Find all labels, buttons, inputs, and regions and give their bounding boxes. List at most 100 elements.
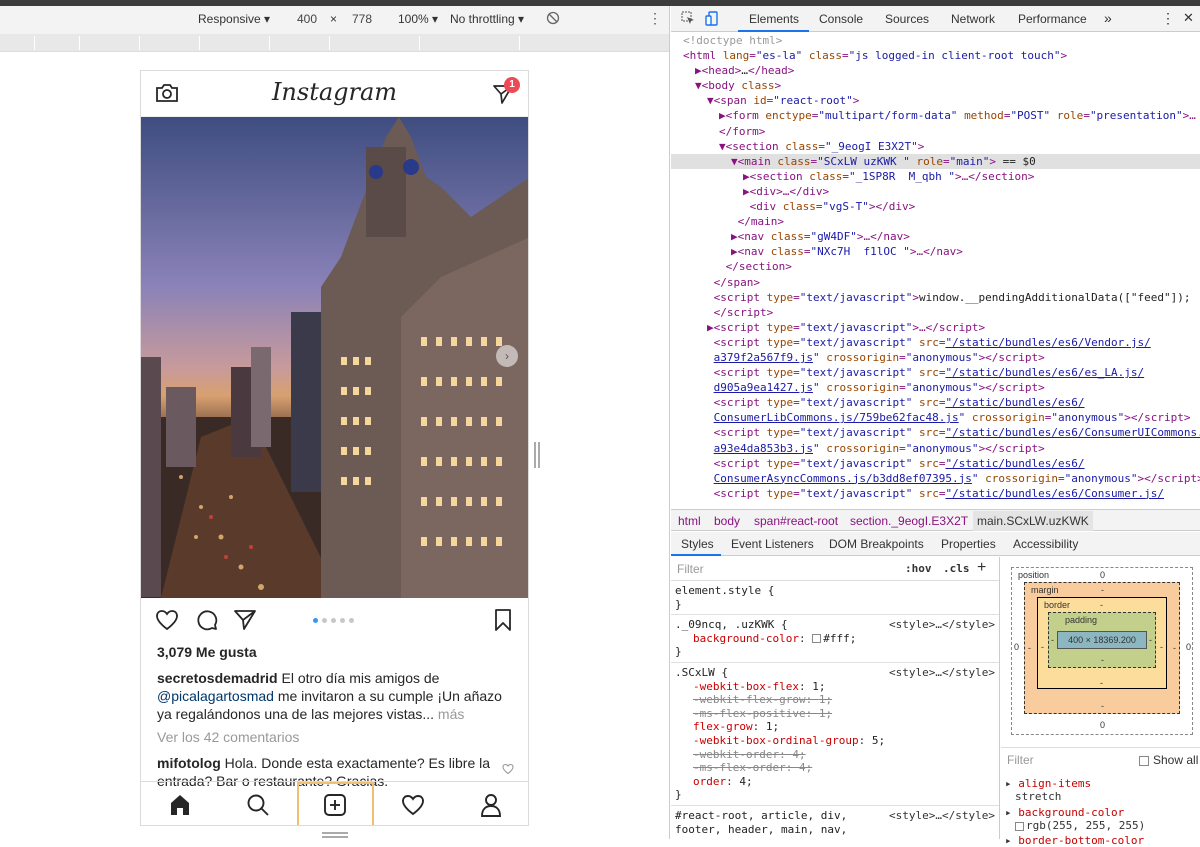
rule-source[interactable]: <style>…</style> [889, 666, 995, 680]
rotate-icon[interactable] [546, 11, 560, 28]
position-bottom[interactable]: 0 [1100, 720, 1105, 730]
rule-source[interactable]: <style>…</style> [889, 809, 995, 823]
dom-node[interactable]: ▶<nav class="gW4DF">…</nav> [671, 229, 1200, 244]
more-tabs-button[interactable]: » [1104, 10, 1112, 26]
computed-property[interactable]: ▸ align-items [1005, 777, 1091, 790]
breadcrumb-body[interactable]: body [714, 514, 740, 528]
margin-right[interactable]: - [1173, 643, 1176, 653]
throttling-select[interactable]: No throttling ▾ [450, 12, 524, 26]
device-toolbar-toggle-icon[interactable] [705, 11, 719, 30]
dom-node[interactable]: ConsumerLibCommons.js/759be62fac48.js" c… [671, 410, 1200, 425]
dom-node[interactable]: </main> [671, 214, 1200, 229]
inspect-element-icon[interactable] [681, 11, 695, 28]
dom-node[interactable]: <script type="text/javascript" src="/sta… [671, 335, 1200, 350]
breadcrumb-react-root[interactable]: span#react-root [754, 514, 838, 528]
more-options-icon[interactable]: ⋮ [648, 10, 662, 27]
dom-node[interactable]: <div class="vgS-T"></div> [671, 199, 1200, 214]
css-property[interactable]: background-color: #fff; [675, 632, 995, 646]
css-property[interactable]: order: 4; [675, 775, 995, 789]
subtab-accessibility[interactable]: Accessibility [1013, 537, 1078, 551]
dom-node[interactable]: d905a9ea1427.js" crossorigin="anonymous"… [671, 380, 1200, 395]
dom-node[interactable]: </form> [671, 124, 1200, 139]
like-icon[interactable] [155, 608, 179, 632]
computed-property[interactable]: ▸ border-bottom-color [1005, 834, 1144, 847]
device-mode-select[interactable]: Responsive ▾ [198, 12, 270, 26]
class-toggle[interactable]: .cls [943, 562, 970, 575]
position-left[interactable]: 0 [1014, 642, 1019, 652]
dom-node[interactable]: <script type="text/javascript" src="/sta… [671, 486, 1200, 501]
css-property[interactable]: -ms-flex-positive: 1; [675, 707, 995, 721]
css-property[interactable]: flex-grow: 1; [675, 720, 995, 734]
dom-node[interactable]: ▼<section class="_9eogI E3X2T"> [671, 139, 1200, 154]
dom-node[interactable]: ▶<nav class="NXc7H f1lOC ">…</nav> [671, 244, 1200, 259]
margin-top[interactable]: - [1101, 585, 1104, 595]
dom-node[interactable]: </script> [671, 305, 1200, 320]
breadcrumb-html[interactable]: html [678, 514, 701, 528]
comment-icon[interactable] [195, 608, 219, 632]
computed-filter-input[interactable]: Filter [1007, 753, 1034, 767]
margin-left[interactable]: - [1028, 643, 1031, 653]
dom-node[interactable]: <html lang="es-la" class="js logged-in c… [671, 48, 1200, 63]
dom-node[interactable]: <!doctype html> [671, 33, 1200, 48]
subtab-event-listeners[interactable]: Event Listeners [731, 537, 814, 551]
dom-node[interactable]: ▶<form enctype="multipart/form-data" met… [671, 108, 1200, 123]
dom-node[interactable]: ConsumerAsyncCommons.js/b3dd8ef07395.js"… [671, 471, 1200, 486]
view-comments-link[interactable]: Ver los 42 comentarios [157, 729, 299, 745]
subtab-styles[interactable]: Styles [681, 537, 714, 551]
devtools-menu-icon[interactable]: ⋮ [1161, 10, 1175, 27]
subtab-properties[interactable]: Properties [941, 537, 996, 551]
hover-state-toggle[interactable]: :hov [905, 562, 932, 575]
instagram-logo[interactable]: Instagram [141, 78, 528, 106]
carousel-next-icon[interactable]: › [496, 345, 518, 367]
nav-home[interactable] [141, 782, 219, 825]
color-swatch[interactable] [812, 634, 822, 644]
nav-profile[interactable] [452, 782, 528, 825]
rule-scxlw[interactable]: .SCxLW { <style>…</style> -webkit-box-fl… [671, 663, 999, 806]
tab-network[interactable]: Network [951, 12, 995, 26]
dom-node[interactable]: ▶<script type="text/javascript">…</scrip… [671, 320, 1200, 335]
breadcrumb-section[interactable]: section._9eogI.E3X2T [850, 514, 968, 528]
share-icon[interactable] [233, 608, 257, 632]
breadcrumb-main[interactable]: main.SCxLW.uzKWK [973, 511, 1093, 531]
dom-node[interactable]: a93e4da853b3.js" crossorigin="anonymous"… [671, 441, 1200, 456]
caption-username[interactable]: secretosdemadrid [157, 670, 278, 686]
dom-node-selected[interactable]: ▼<main class="SCxLW uzKWK " role="main">… [671, 153, 1200, 169]
likes-count[interactable]: 3,079 Me gusta [157, 644, 257, 660]
new-style-rule-button[interactable]: + [977, 559, 986, 577]
computed-property[interactable]: ▸ background-color [1005, 806, 1124, 819]
rule-react-root[interactable]: #react-root, article, div, footer, heade… [671, 806, 999, 839]
subtab-dom-breakpoints[interactable]: DOM Breakpoints [829, 537, 924, 551]
tab-console[interactable]: Console [819, 12, 863, 26]
rule-element-style[interactable]: element.style { } [671, 581, 999, 616]
css-property[interactable]: -webkit-box-flex: 1; [675, 680, 995, 694]
device-resize-handle-bottom[interactable] [322, 832, 348, 838]
border-right[interactable]: - [1160, 642, 1163, 652]
tab-elements[interactable]: Elements [749, 12, 799, 26]
dom-node[interactable]: <script type="text/javascript" src="/sta… [671, 365, 1200, 380]
css-property[interactable]: -webkit-order: 4; [675, 748, 995, 762]
dom-node[interactable]: ▼<body class> [671, 78, 1200, 93]
dom-node[interactable]: ▼<span id="react-root"> [671, 93, 1200, 108]
caption-mention[interactable]: @picalagartosmad [157, 688, 274, 704]
css-property[interactable]: -webkit-flex-grow: 1; [675, 693, 995, 707]
tab-performance[interactable]: Performance [1018, 12, 1087, 26]
border-top[interactable]: - [1100, 600, 1103, 610]
show-all-checkbox[interactable]: Show all [1139, 753, 1198, 767]
margin-bottom[interactable]: - [1101, 701, 1104, 711]
checkbox-box[interactable] [1139, 755, 1149, 766]
border-bottom[interactable]: - [1100, 678, 1103, 688]
comment-like-icon[interactable] [502, 763, 514, 775]
caption-more-link[interactable]: más [434, 706, 464, 722]
comment-username[interactable]: mifotolog [157, 755, 221, 771]
css-property[interactable]: -ms-flex-order: 4; [675, 761, 995, 775]
styles-filter-input[interactable]: Filter [677, 562, 704, 576]
padding-bottom[interactable]: - [1101, 655, 1104, 665]
border-left[interactable]: - [1041, 642, 1044, 652]
dom-tree[interactable]: <!doctype html> <html lang="es-la" class=… [671, 33, 1200, 509]
rule-uzkwk[interactable]: ._09ncq, .uzKWK { <style>…</style> backg… [671, 615, 999, 663]
dom-node[interactable]: <script type="text/javascript" src="/sta… [671, 395, 1200, 410]
nav-search[interactable] [219, 782, 297, 825]
viewport-height-input[interactable]: 778 [352, 12, 372, 26]
color-swatch[interactable] [1015, 821, 1024, 831]
dom-node[interactable]: <script type="text/javascript" src="/sta… [671, 425, 1200, 440]
